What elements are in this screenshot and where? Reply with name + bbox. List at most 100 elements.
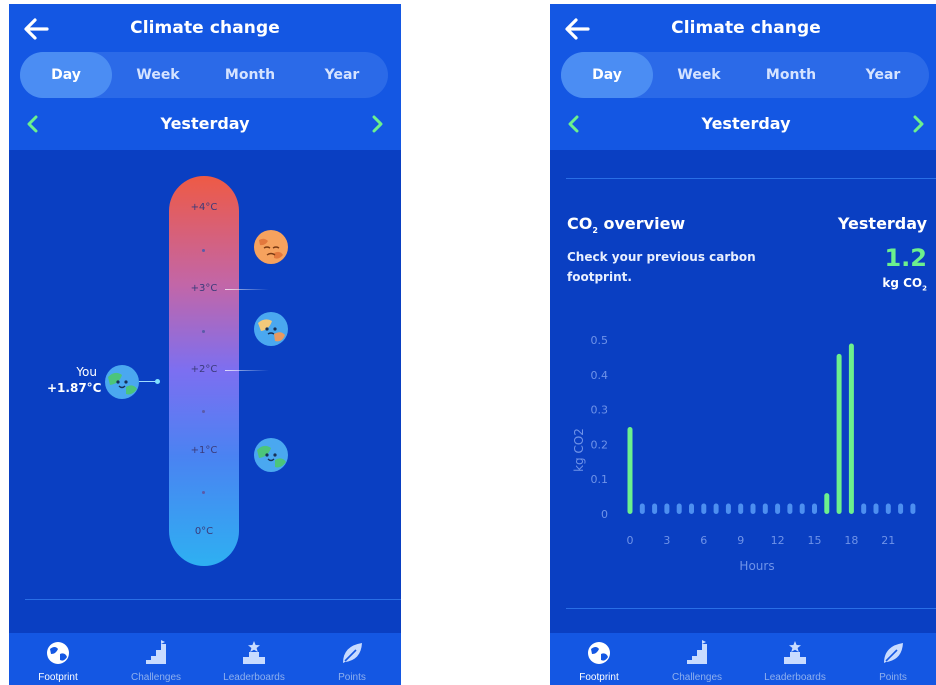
chart-bar [750,503,756,514]
chart-bar [762,503,768,514]
y-tick-label: 0.1 [591,473,609,486]
co2-title-rest: overview [597,214,686,233]
x-tick-label: 12 [771,534,785,547]
tabbar-label: Points [338,672,366,683]
tab-day[interactable]: Day [20,52,112,98]
y-tick-label: 0.2 [591,438,609,451]
y-tick-label: 0.4 [591,369,609,382]
co2-date-label: Yesterday [837,214,927,233]
x-tick-label: 21 [881,534,895,547]
tab-month[interactable]: Month [745,52,837,98]
chart-bar [689,503,694,514]
x-axis-label: Hours [739,559,774,573]
chart-bar [787,503,793,514]
page-title: Climate change [671,18,821,38]
tabbar-challenges[interactable]: Challenges [107,633,205,685]
y-axis-label: kg CO2 [572,428,586,472]
chevron-right-icon[interactable] [369,114,385,134]
co2-unit: kg CO2 [882,276,927,292]
period-tabs: Day Week Month Year [561,52,929,98]
tab-day[interactable]: Day [561,52,653,98]
chart-bar [836,353,842,514]
chart-bar [701,503,707,514]
chart-bar [664,503,670,514]
chart-bar [861,503,867,514]
tabbar-label: Footprint [38,672,78,683]
tick-dot [202,330,205,333]
tick-label: 0°C [194,526,214,537]
co2-unit-text: kg CO [882,276,923,290]
co2-total-value: 1.2 [884,244,927,272]
podium-star-icon [243,641,265,664]
tabbar-points[interactable]: Points [844,633,936,685]
date-navigator: Yesterday [550,108,936,140]
tabbar-label: Leaderboards [223,672,285,683]
x-tick-label: 9 [737,534,744,547]
you-label: You [76,365,97,379]
co2-description: Check your previous carbon footprint. [567,250,756,284]
chart-bar [775,503,781,514]
x-tick-label: 3 [663,534,670,547]
podium-star-icon [784,641,806,664]
date-label: Yesterday [160,114,250,133]
divider [25,599,401,600]
user-temperature-label: You +1.87°C [47,364,101,396]
chart-bar [812,503,817,514]
tabbar-label: Points [879,672,907,683]
chart-bar [910,503,916,514]
tabbar-label: Leaderboards [764,672,826,683]
chevron-right-icon[interactable] [910,114,926,134]
tabbar-label: Challenges [671,672,723,683]
tab-year[interactable]: Year [837,52,929,98]
tab-year[interactable]: Year [296,52,388,98]
y-tick-label: 0 [601,508,608,521]
tick-dot [202,410,205,413]
warming-earth-icon [254,312,288,346]
x-tick-label: 15 [808,534,822,547]
chart-bar [738,503,744,514]
tabbar-footprint[interactable]: Footprint [550,633,648,685]
period-tabs: Day Week Month Year [20,52,388,98]
tick-line [225,370,269,371]
co2-title-text: CO [567,214,593,233]
divider [566,178,936,179]
chart-bar [639,503,645,514]
tab-month[interactable]: Month [204,52,296,98]
chart-bar [824,493,830,514]
tick-dot [202,491,205,494]
globe-icon [588,642,610,664]
chart-bar [713,503,719,514]
leaf-icon [343,643,362,663]
tabbar-leaderboards[interactable]: Leaderboards [205,633,303,685]
healthy-earth-icon [254,438,288,472]
leaf-icon [884,643,903,663]
user-marker-dot [155,379,160,384]
tabbar-footprint[interactable]: Footprint [9,633,107,685]
y-tick-label: 0.3 [591,404,609,417]
bottom-tabbar: Footprint Challenges Leaderboards Points [9,633,401,685]
chart-bar [885,503,891,514]
chart-bar [725,503,731,514]
chart-bar [848,343,854,514]
tab-week[interactable]: Week [112,52,204,98]
x-tick-label: 6 [700,534,707,547]
globe-icon [47,642,69,664]
chart-bar [652,503,658,514]
chart-bar [799,503,805,514]
tabbar-challenges[interactable]: Challenges [648,633,746,685]
y-tick-label: 0.5 [591,334,609,347]
bottom-tabbar: Footprint Challenges Leaderboards Points [550,633,936,685]
co2-unit-subscript: 2 [922,284,927,293]
header: Climate change Day Week Month Year Yeste… [550,4,936,150]
tabbar-leaderboards[interactable]: Leaderboards [746,633,844,685]
tab-week[interactable]: Week [653,52,745,98]
tabbar-points[interactable]: Points [303,633,401,685]
challenges-stairs-icon [687,640,707,664]
user-earth-icon [105,365,139,399]
divider [566,608,936,609]
chart-bar [898,503,904,514]
tabbar-label: Footprint [579,672,619,683]
chart-bar [627,427,633,514]
hourly-co2-chart: 0 0.1 0.2 0.3 0.4 0.5 0 3 6 9 12 15 18 21 Hours kg CO2 [572,334,916,573]
page-title: Climate change [130,18,280,38]
